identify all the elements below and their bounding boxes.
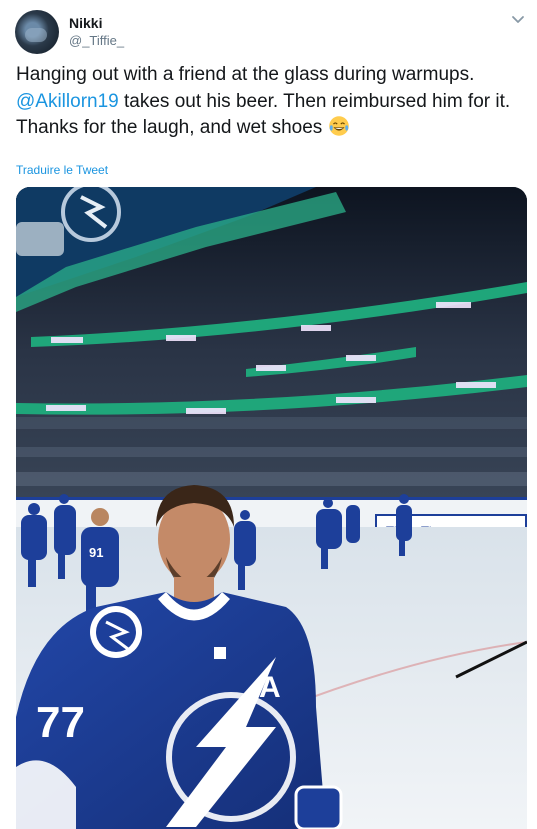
hockey-glove — [294, 785, 343, 829]
chevron-down-icon[interactable] — [509, 10, 527, 28]
jersey-number: 77 — [36, 698, 85, 747]
arena-photo-illustration: Times Times 91 — [16, 187, 527, 829]
author-names[interactable]: Nikki @_Tiffie_ — [69, 14, 124, 49]
tweet-text-part-1: Hanging out with a friend at the glass d… — [16, 64, 475, 85]
mention-link[interactable]: @Akillorn19 — [16, 91, 119, 112]
tweet-card: Nikki @_Tiffie_ Hanging out with a frien… — [0, 0, 537, 829]
amalie-sign — [16, 222, 64, 256]
tweet-photo[interactable]: Times Times 91 — [16, 187, 527, 829]
author-display-name[interactable]: Nikki — [69, 14, 124, 32]
face-with-tears-of-joy-emoji — [328, 116, 349, 136]
tweet-header: Nikki @_Tiffie_ — [15, 10, 527, 54]
author-handle[interactable]: @_Tiffie_ — [69, 32, 124, 49]
translate-tweet-link[interactable]: Traduire le Tweet — [16, 163, 108, 177]
crowd-texture — [16, 417, 527, 486]
player-number-back: 91 — [89, 545, 103, 560]
nhl-crest — [214, 647, 226, 659]
avatar[interactable] — [15, 10, 59, 54]
tweet-body: Hanging out with a friend at the glass d… — [16, 62, 521, 142]
